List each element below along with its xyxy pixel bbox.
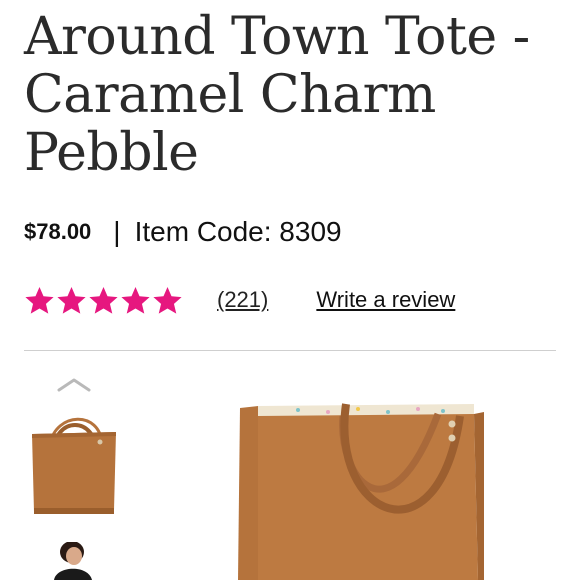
price-separator: | [113,216,121,247]
gallery-up-button[interactable] [56,374,92,394]
gallery-thumbnail-model[interactable] [44,541,100,580]
tote-thumbnail-image [28,404,120,524]
write-review-link[interactable]: Write a review [316,287,455,313]
star-rating[interactable] [24,285,183,316]
tote-main-image [238,396,484,580]
review-count-link[interactable]: (221) [217,287,268,313]
price-row: $78.00 | Item Code: 8309 [24,212,342,252]
item-code: Item Code: 8309 [134,216,342,247]
star-icon [120,285,151,316]
star-icon [152,285,183,316]
main-product-image [238,396,484,580]
star-icon [88,285,119,316]
rating-row: (221) Write a review [24,280,455,320]
product-title: Around Town Tote - Caramel Charm Pebble [24,7,530,183]
model-thumbnail-image [44,541,100,580]
chevron-up-icon [57,378,91,392]
product-price: $78.00 [24,219,92,244]
gallery-thumbnail-tote[interactable] [28,404,120,524]
divider [24,350,556,351]
star-icon [56,285,87,316]
star-icon [24,285,55,316]
